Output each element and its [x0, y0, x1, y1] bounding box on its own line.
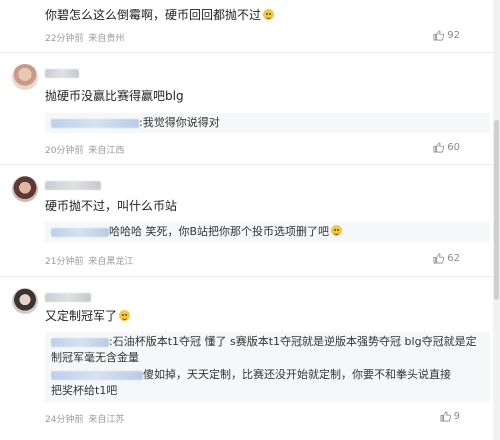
avatar[interactable]	[12, 64, 38, 90]
comment-item: 又定制冠军了 :石油杯版本t1夺冠 懂了 s赛版本t1夺冠就是逆版本强势夺冠 b…	[0, 276, 500, 440]
username[interactable]	[45, 293, 91, 302]
scrollbar[interactable]	[493, 0, 500, 440]
reply-username[interactable]	[51, 118, 139, 128]
reply-text: 哈哈哈 笑死，你B站把你那个投币选项删了吧	[109, 225, 330, 238]
thumbs-up-icon	[433, 30, 445, 41]
comment-meta: 22分钟前 来自贵州	[45, 31, 124, 44]
thumbs-up-icon	[440, 411, 451, 422]
comment-meta: 21分钟前 来自黑龙江	[45, 254, 133, 267]
reply-row: :我觉得你说得对	[51, 115, 220, 131]
reply-text: :我觉得你说得对	[139, 116, 220, 129]
comment-item: 抛硬币没赢比赛得赢吧blg :我觉得你说得对 20分钟前 来自江西 60	[0, 52, 500, 165]
thumbs-up-icon	[433, 253, 445, 264]
reply-row: :石油杯版本t1夺冠 懂了 s赛版本t1夺冠就是逆版本强势夺冠 blg夺冠就是定	[51, 334, 477, 350]
comment-time: 21分钟前	[45, 257, 84, 267]
reply-row: 傻如掉，天天定制，比赛还没开始就定制，你要不和拳头说直接	[51, 367, 451, 383]
thumbs-up-icon	[433, 142, 445, 153]
like-count: 9	[453, 411, 460, 422]
reply-box[interactable]: :我觉得你说得对	[45, 113, 490, 133]
avatar[interactable]	[12, 288, 38, 314]
like-count: 92	[447, 30, 460, 41]
reply-username[interactable]	[51, 227, 109, 237]
comment-location: 来自黑龙江	[88, 257, 134, 267]
like-count: 60	[447, 142, 460, 153]
like-button[interactable]: 92	[433, 30, 460, 41]
reply-row-continued: 把奖杯给t1吧	[51, 384, 118, 397]
comment-time: 22分钟前	[45, 34, 84, 44]
smile-emoji-icon	[331, 225, 343, 236]
comment-item: 你碧怎么这么倒霉啊，硬币回回都抛不过 22分钟前 来自贵州 92	[0, 0, 500, 53]
comment-meta: 20分钟前 来自江西	[45, 143, 124, 156]
like-button[interactable]: 62	[433, 253, 460, 264]
reply-text: :石油杯版本t1夺冠 懂了 s赛版本t1夺冠就是逆版本强势夺冠 blg夺冠就是定	[109, 335, 477, 348]
comment-item: 硬币抛不过，叫什么币站 哈哈哈 笑死，你B站把你那个投币选项删了吧 21分钟前 …	[0, 164, 500, 277]
username[interactable]	[45, 69, 79, 78]
comment-text: 你碧怎么这么倒霉啊，硬币回回都抛不过	[45, 7, 275, 24]
reply-username[interactable]	[51, 370, 143, 380]
comment-time: 20分钟前	[45, 146, 84, 156]
comment-location: 来自贵州	[88, 34, 125, 44]
comment-location: 来自江西	[88, 146, 125, 156]
comment-meta: 24分钟前 来自江苏	[45, 412, 124, 425]
reply-box[interactable]: 哈哈哈 笑死，你B站把你那个投币选项删了吧	[45, 222, 490, 242]
avatar[interactable]	[12, 176, 38, 202]
like-button[interactable]: 60	[433, 142, 460, 153]
reply-username[interactable]	[51, 337, 109, 347]
reply-text: 傻如掉，天天定制，比赛还没开始就定制，你要不和拳头说直接	[143, 368, 451, 381]
scrollbar-thumb[interactable]	[494, 120, 499, 300]
comment-time: 24分钟前	[45, 415, 84, 425]
comment-location: 来自江苏	[88, 415, 125, 425]
comment-text: 抛硬币没赢比赛得赢吧blg	[45, 89, 184, 103]
like-count: 62	[447, 253, 460, 264]
reply-row: 哈哈哈 笑死，你B站把你那个投币选项删了吧	[51, 224, 343, 240]
comment-text: 硬币抛不过，叫什么币站	[45, 199, 178, 213]
reply-row-continued: 制冠军毫无含金量	[51, 351, 139, 364]
comment-text: 又定制冠军了	[45, 308, 131, 325]
reply-box[interactable]: :石油杯版本t1夺冠 懂了 s赛版本t1夺冠就是逆版本强势夺冠 blg夺冠就是定…	[45, 332, 490, 402]
smile-emoji-icon	[119, 310, 131, 321]
smile-emoji-icon	[263, 9, 275, 20]
like-button[interactable]: 9	[440, 411, 460, 422]
username[interactable]	[45, 181, 101, 190]
